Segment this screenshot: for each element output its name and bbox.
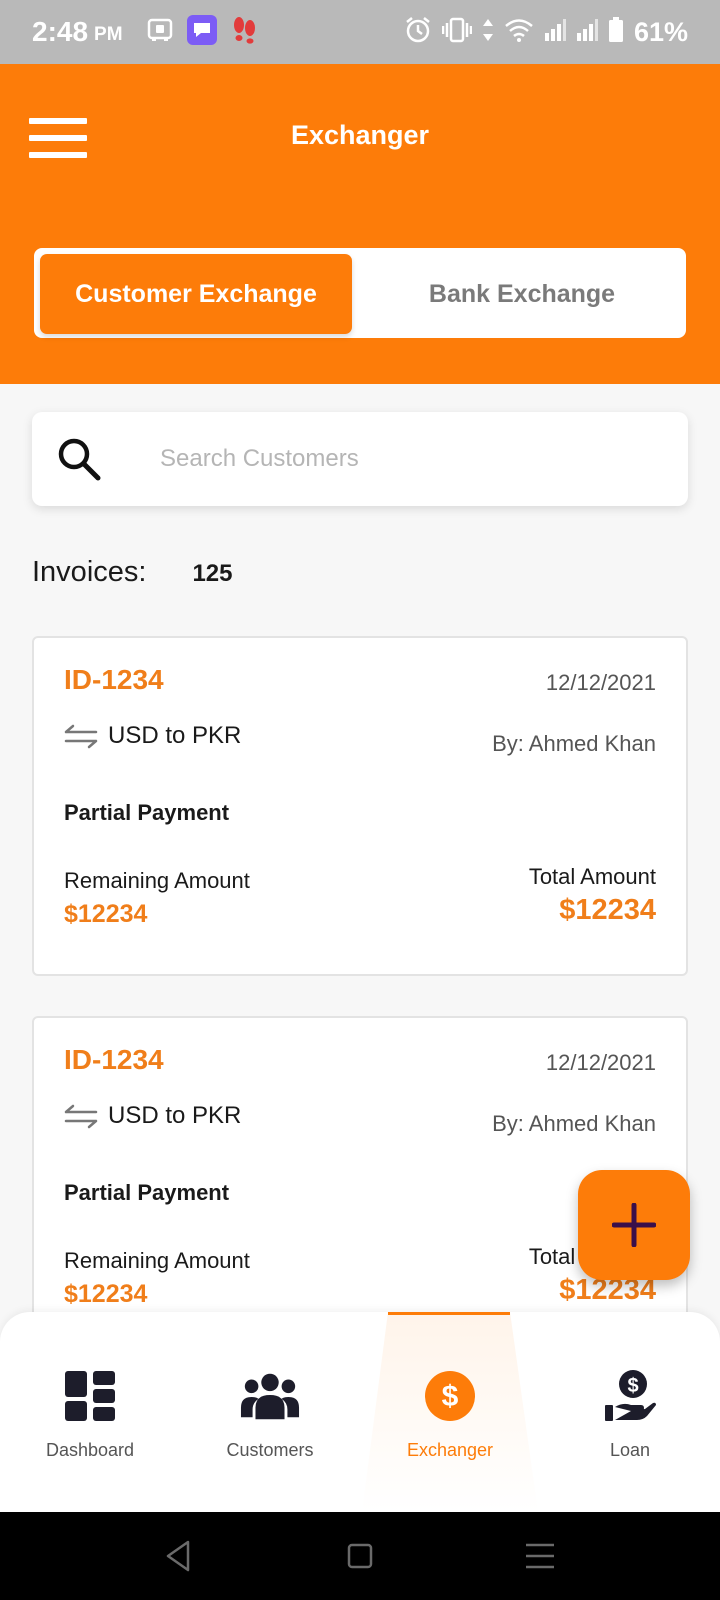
search-icon bbox=[58, 438, 101, 481]
nav-loan[interactable]: $ Loan bbox=[540, 1312, 720, 1512]
svg-text:$: $ bbox=[627, 1375, 638, 1397]
invoices-count: 125 bbox=[192, 560, 233, 587]
search-bar bbox=[32, 412, 688, 506]
currency-pair-label: USD to PKR bbox=[108, 722, 242, 749]
exchange-arrows-icon bbox=[64, 724, 98, 749]
plus-icon bbox=[612, 1203, 656, 1247]
status-time: 2:48 bbox=[32, 16, 89, 47]
app-header: Exchanger Customer Exchange Bank Exchang… bbox=[0, 64, 720, 384]
currency-pair: USD to PKR bbox=[64, 722, 241, 750]
tab-bank-exchange[interactable]: Bank Exchange bbox=[364, 254, 680, 334]
currency-pair: USD to PKR bbox=[64, 1102, 241, 1130]
vibrate-icon bbox=[441, 17, 473, 48]
invoice-date: 12/12/2021 bbox=[545, 670, 656, 695]
status-ampm: PM bbox=[94, 24, 123, 45]
status-right: 61% bbox=[404, 16, 688, 49]
tab-customer-exchange[interactable]: Customer Exchange bbox=[40, 254, 352, 334]
nav-exchanger[interactable]: $ Exchanger bbox=[360, 1312, 540, 1512]
nav-dashboard[interactable]: Dashboard bbox=[0, 1312, 180, 1512]
nav-label: Customers bbox=[226, 1440, 314, 1460]
invoice-card[interactable]: ID-1234 12/12/2021 USD to PKR By: Ahmed … bbox=[32, 636, 688, 976]
nav-label: Dashboard bbox=[45, 1440, 135, 1460]
customers-icon bbox=[240, 1366, 300, 1426]
battery-icon bbox=[608, 16, 624, 48]
invoices-summary: Invoices: 125 bbox=[32, 556, 233, 589]
bottom-navigation: Dashboard Customers $ Exchanger $ Loan bbox=[0, 1312, 720, 1512]
battery-level: 61% bbox=[633, 16, 688, 47]
payment-status: Partial Payment bbox=[64, 800, 230, 825]
data-arrows-icon bbox=[482, 17, 494, 48]
system-navigation-bar bbox=[0, 1512, 720, 1600]
recents-icon bbox=[526, 1543, 554, 1569]
total-amount-label: Total Amount bbox=[528, 864, 656, 889]
invoice-author: By: Ahmed Khan bbox=[492, 731, 656, 756]
nav-customers[interactable]: Customers bbox=[180, 1312, 360, 1512]
remaining-amount-value: $12234 bbox=[64, 1280, 148, 1308]
exchange-arrows-icon bbox=[64, 1104, 98, 1129]
invoice-author: By: Ahmed Khan bbox=[492, 1111, 656, 1136]
remaining-amount-label: Remaining Amount bbox=[64, 868, 250, 893]
remaining-amount-value: $12234 bbox=[64, 900, 148, 928]
exchange-type-segmented-control: Customer Exchange Bank Exchange bbox=[34, 248, 686, 338]
back-button[interactable] bbox=[160, 1536, 200, 1576]
invoice-id: ID-1234 bbox=[64, 1044, 164, 1075]
status-bar: 2:48 PM 61% bbox=[0, 0, 720, 64]
home-icon bbox=[347, 1543, 373, 1569]
add-invoice-button[interactable] bbox=[578, 1170, 690, 1280]
dashboard-icon bbox=[60, 1366, 120, 1426]
wifi-icon bbox=[504, 18, 534, 47]
loan-icon: $ bbox=[600, 1366, 660, 1426]
invoice-id: ID-1234 bbox=[64, 664, 164, 695]
nav-label: Loan bbox=[609, 1440, 651, 1460]
recents-button[interactable] bbox=[520, 1536, 560, 1576]
steps-icon bbox=[231, 16, 257, 49]
search-input[interactable] bbox=[160, 432, 660, 486]
home-button[interactable] bbox=[340, 1536, 380, 1576]
invoices-label: Invoices: bbox=[32, 556, 147, 588]
remaining-amount-label: Remaining Amount bbox=[64, 1248, 250, 1273]
storage-icon bbox=[147, 17, 173, 48]
message-app-icon bbox=[186, 14, 217, 50]
total-amount-value: $12234 bbox=[559, 894, 656, 926]
currency-pair-label: USD to PKR bbox=[108, 1102, 242, 1129]
invoice-date: 12/12/2021 bbox=[545, 1050, 656, 1075]
signal-2-icon bbox=[576, 18, 598, 46]
dollar-icon: $ bbox=[420, 1366, 480, 1426]
alarm-icon bbox=[404, 16, 432, 49]
svg-text:$: $ bbox=[442, 1380, 459, 1413]
nav-label: Exchanger bbox=[406, 1440, 494, 1460]
payment-status: Partial Payment bbox=[64, 1180, 230, 1205]
back-icon bbox=[166, 1540, 190, 1572]
signal-icon bbox=[544, 18, 566, 46]
page-title: Exchanger bbox=[290, 120, 430, 150]
